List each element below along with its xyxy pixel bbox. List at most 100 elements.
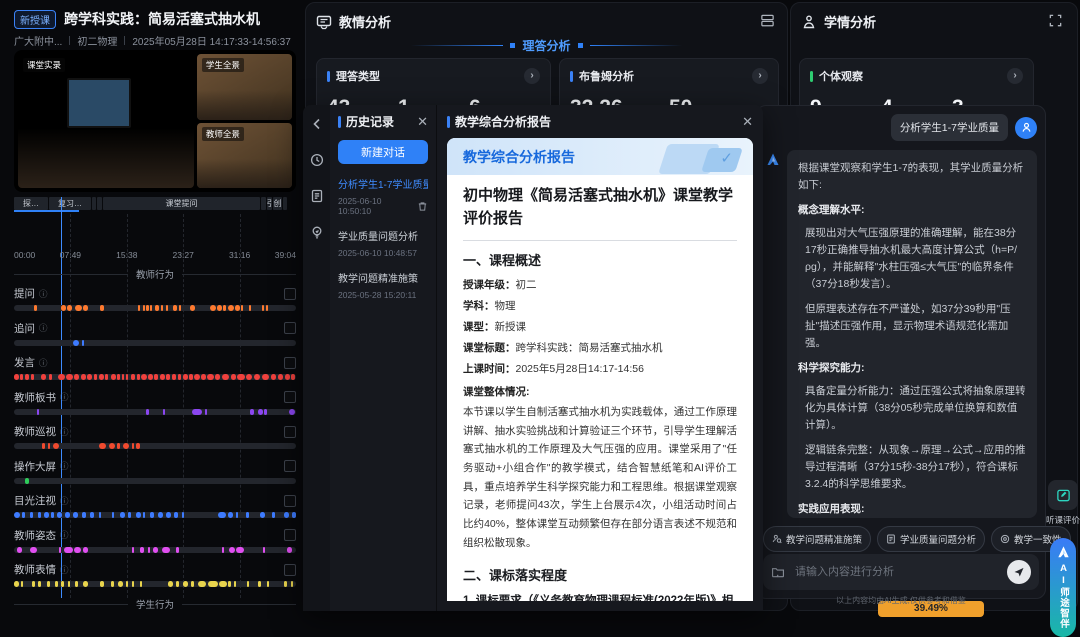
behavior-mark <box>247 581 250 587</box>
new-chat-button[interactable]: 新建对话 <box>338 140 428 164</box>
playback-progress <box>14 210 79 212</box>
report-section-2: 二、课标落实程度 <box>463 565 737 584</box>
behavior-track[interactable] <box>14 305 296 311</box>
behavior-mark <box>246 512 249 518</box>
collapse-left-icon[interactable] <box>310 117 324 131</box>
chevron-right-icon[interactable]: › <box>1007 68 1023 84</box>
behavior-mark <box>120 512 125 518</box>
report-banner: ✓ 教学综合分析报告 <box>447 138 753 175</box>
info-icon[interactable]: ⓘ <box>60 495 69 507</box>
behavior-checkbox[interactable] <box>284 288 296 300</box>
history-item[interactable]: 教学问题精准施策2025-05-28 15:20:11 <box>338 270 428 300</box>
behavior-track[interactable] <box>14 478 296 484</box>
info-icon[interactable]: ⓘ <box>60 564 69 576</box>
history-panel: 历史记录 ✕ 新建对话 分析学生1-7学业质量2025-06-10 10:50:… <box>330 105 437 611</box>
behavior-mark <box>272 512 275 518</box>
tab-reply-analysis[interactable]: 理答分析 <box>306 37 787 54</box>
quick-action-chip[interactable]: 教学问题精准施策 <box>763 526 871 552</box>
listen-review-button[interactable] <box>1048 480 1078 510</box>
behavior-mark <box>194 374 199 380</box>
teaching-analysis-icon <box>316 14 332 30</box>
compare-icon <box>1000 534 1010 544</box>
timeline-segment[interactable]: 创 <box>273 197 281 210</box>
behavior-checkbox[interactable] <box>284 426 296 438</box>
lesson-segment-bar[interactable]: 探…复习… 课堂提问引创 <box>14 197 296 210</box>
idea-bulb-icon[interactable] <box>310 225 324 239</box>
behavior-mark <box>246 374 252 380</box>
timeline-segment[interactable] <box>261 197 265 210</box>
behavior-mark <box>65 512 70 518</box>
history-item[interactable]: 分析学生1-7学业质量2025-06-10 10:50:10 <box>338 176 428 216</box>
behavior-mark <box>64 547 73 553</box>
video-teacher-view[interactable]: 教师全景 <box>197 123 292 189</box>
chevron-right-icon[interactable]: › <box>524 68 540 84</box>
timeline-segment[interactable]: 引 <box>267 197 273 210</box>
behavior-track[interactable] <box>14 409 296 415</box>
timeline-segment[interactable]: 课堂提问 <box>103 197 261 210</box>
timeline-segment[interactable] <box>283 197 287 210</box>
history-item-title[interactable]: 教学问题精准施策 <box>338 270 428 285</box>
behavior-mark <box>231 374 236 380</box>
behavior-checkbox[interactable] <box>284 391 296 403</box>
behavior-checkbox[interactable] <box>284 495 296 507</box>
behavior-mark <box>150 512 154 518</box>
info-icon[interactable]: ⓘ <box>39 357 48 369</box>
send-button[interactable] <box>1007 560 1031 584</box>
history-item-title[interactable]: 分析学生1-7学业质量 <box>338 176 428 191</box>
prompt-folder-icon[interactable] <box>771 565 785 579</box>
lesson-type-badge: 新授课 <box>14 10 56 29</box>
behavior-checkbox[interactable] <box>284 322 296 334</box>
timeline-segment[interactable]: 复习… <box>49 197 91 210</box>
behavior-checkbox[interactable] <box>284 357 296 369</box>
chat-input[interactable] <box>793 565 999 579</box>
video-students-view[interactable]: 学生全景 <box>197 54 292 120</box>
fullscreen-icon[interactable] <box>1048 13 1063 28</box>
history-item[interactable]: 学业质量问题分析 2025-06-10 10:48:57 <box>338 228 428 258</box>
history-clock-icon[interactable] <box>310 153 324 167</box>
trash-icon[interactable] <box>417 201 428 212</box>
behavior-track[interactable] <box>14 340 296 346</box>
close-icon[interactable]: ✕ <box>417 114 428 130</box>
chevron-right-icon[interactable]: › <box>752 68 768 84</box>
timeline-segment[interactable] <box>97 197 101 210</box>
behavior-track[interactable] <box>14 443 296 449</box>
timeline-segment[interactable] <box>92 197 96 210</box>
teacher-behavior-label: 教师行为 <box>136 267 174 281</box>
quick-action-chip[interactable]: 学业质量问题分析 <box>877 526 985 552</box>
behavior-mark <box>260 512 265 518</box>
behavior-mark <box>81 374 87 380</box>
info-icon[interactable]: ⓘ <box>39 322 48 334</box>
behavior-mark <box>262 305 265 311</box>
behavior-row-header: 教师姿态ⓘ <box>14 528 296 543</box>
layout-columns-icon[interactable] <box>760 13 775 28</box>
behavior-checkbox[interactable] <box>284 460 296 472</box>
close-icon[interactable]: ✕ <box>742 114 753 130</box>
history-item-time: 2025-06-10 10:48:57 <box>338 248 417 258</box>
behavior-track[interactable] <box>14 547 296 553</box>
info-icon[interactable]: ⓘ <box>60 460 69 472</box>
report-file-icon[interactable] <box>310 189 324 203</box>
behavior-checkbox[interactable] <box>284 564 296 576</box>
report-field: 学科：物理 <box>463 298 737 313</box>
report-document: ✓ 教学综合分析报告 初中物理《简易活塞式抽水机》课堂教学评价报告 一、课程概述… <box>447 138 753 601</box>
info-icon[interactable]: ⓘ <box>60 426 69 438</box>
info-icon[interactable]: ⓘ <box>39 288 48 300</box>
info-icon[interactable]: ⓘ <box>60 529 69 541</box>
behavior-track[interactable] <box>14 581 296 587</box>
ai-brand-pill[interactable]: AI师途智伴 <box>1050 538 1076 637</box>
history-item-title[interactable]: 学业质量问题分析 <box>338 228 428 243</box>
behavior-mark <box>131 374 136 380</box>
timeline-segment[interactable]: 探… <box>14 197 48 210</box>
behavior-mark <box>49 374 52 380</box>
behavior-label: 操作大屏 <box>14 459 56 474</box>
overview-text: 本节课以学生自制活塞式抽水机为实践载体，通过工作原理讲解、抽水实验挑战和计算验证… <box>463 403 737 553</box>
behavior-mark <box>229 547 234 553</box>
info-icon[interactable]: ⓘ <box>60 391 69 403</box>
video-main-view[interactable]: 课堂实录 <box>18 54 194 188</box>
behavior-checkbox[interactable] <box>284 529 296 541</box>
video-player[interactable]: 课堂实录 学生全景 教师全景 <box>14 50 296 192</box>
chat-input-box[interactable] <box>763 554 1039 590</box>
behavior-mark <box>132 443 135 449</box>
behavior-track[interactable] <box>14 374 296 380</box>
behavior-track[interactable] <box>14 512 296 518</box>
